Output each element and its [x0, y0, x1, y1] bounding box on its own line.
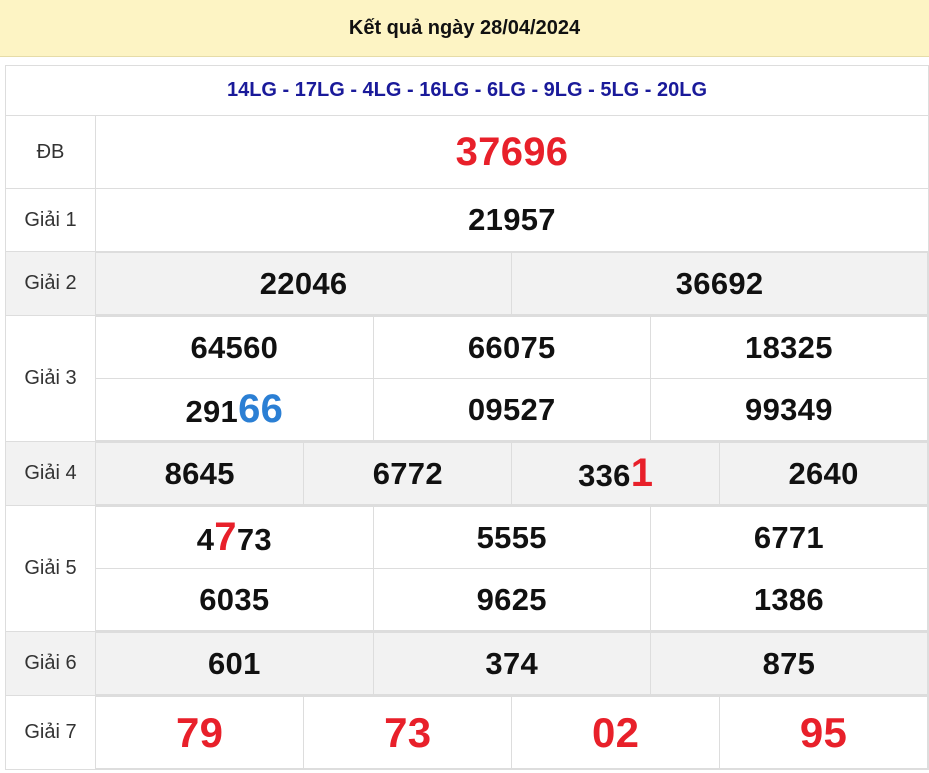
prize-row-g2: Giải 2 22046 36692	[5, 251, 929, 316]
prize-g3-number: 29166	[96, 378, 374, 441]
prize-g5-number: 5555	[372, 506, 651, 569]
prize-g5-number: 6035	[96, 568, 374, 631]
prize-g6-number: 601	[96, 632, 374, 695]
prize-g2-number: 36692	[511, 252, 928, 315]
draw-codes: 14LG - 17LG - 4LG - 16LG - 6LG - 9LG - 5…	[5, 65, 929, 116]
prize-g5-number: 6771	[649, 506, 929, 569]
prize-g5-number: 1386	[649, 568, 929, 631]
prize-label-g3: Giải 3	[5, 315, 96, 442]
prize-row-g4: Giải 4 8645 6772 3361 2640	[5, 441, 929, 506]
prize-row-g7: Giải 7 79 73 02 95	[5, 695, 929, 770]
special-prize-number: 37696	[95, 115, 929, 189]
prize-label-g5: Giải 5	[5, 505, 96, 632]
number-highlight-part: 1	[630, 451, 654, 495]
prize-g2-number: 22046	[96, 252, 513, 315]
prize-row-g5: Giải 5 4773 5555 6771 6035 9625 1386	[5, 505, 929, 632]
results-table: 14LG - 17LG - 4LG - 16LG - 6LG - 9LG - 5…	[5, 65, 929, 770]
prize-label-db: ĐB	[5, 115, 96, 189]
prize-g7-number: 79	[96, 696, 305, 769]
prize-label-g1: Giải 1	[5, 188, 96, 252]
prize-g1-number: 21957	[95, 188, 929, 252]
prize-g3-number: 09527	[372, 378, 651, 441]
prize-g4-number: 3361	[511, 442, 721, 505]
prize-g3-number: 99349	[649, 378, 929, 441]
prize-g3-number: 18325	[649, 316, 929, 379]
prize-g7-number: 95	[719, 696, 928, 769]
prize-g7-number: 73	[303, 696, 513, 769]
number-highlight-part: 7	[214, 515, 237, 559]
number-plain-part: 291	[185, 394, 239, 429]
prize-label-g7: Giải 7	[5, 695, 96, 770]
prize-g3-number: 66075	[372, 316, 651, 379]
number-plain-part: 336	[578, 458, 631, 493]
codes-row: 14LG - 17LG - 4LG - 16LG - 6LG - 9LG - 5…	[5, 65, 929, 116]
prize-g6-number: 875	[649, 632, 929, 695]
prize-row-g6: Giải 6 601 374 875	[5, 631, 929, 696]
prize-row-g1: Giải 1 21957	[5, 188, 929, 252]
prize-g4-number: 8645	[96, 442, 305, 505]
prize-g4-number: 6772	[303, 442, 513, 505]
prize-g5-number: 4773	[96, 506, 374, 569]
results-date-title: Kết quả ngày 28/04/2024	[0, 0, 929, 57]
prize-label-g2: Giải 2	[5, 251, 96, 316]
prize-g5-number: 9625	[372, 568, 651, 631]
prize-label-g4: Giải 4	[5, 441, 96, 506]
prize-g4-number: 2640	[719, 442, 928, 505]
number-plain-part: 73	[236, 522, 272, 557]
prize-g6-number: 374	[372, 632, 651, 695]
prize-label-g6: Giải 6	[5, 631, 96, 696]
prize-g3-number: 64560	[96, 316, 374, 379]
prize-g7-number: 02	[511, 696, 721, 769]
number-highlight-part: 66	[238, 387, 284, 431]
prize-row-g3: Giải 3 64560 66075 18325 29166 09527 993…	[5, 315, 929, 442]
prize-row-db: ĐB 37696	[5, 115, 929, 189]
number-plain-part: 4	[196, 522, 215, 557]
